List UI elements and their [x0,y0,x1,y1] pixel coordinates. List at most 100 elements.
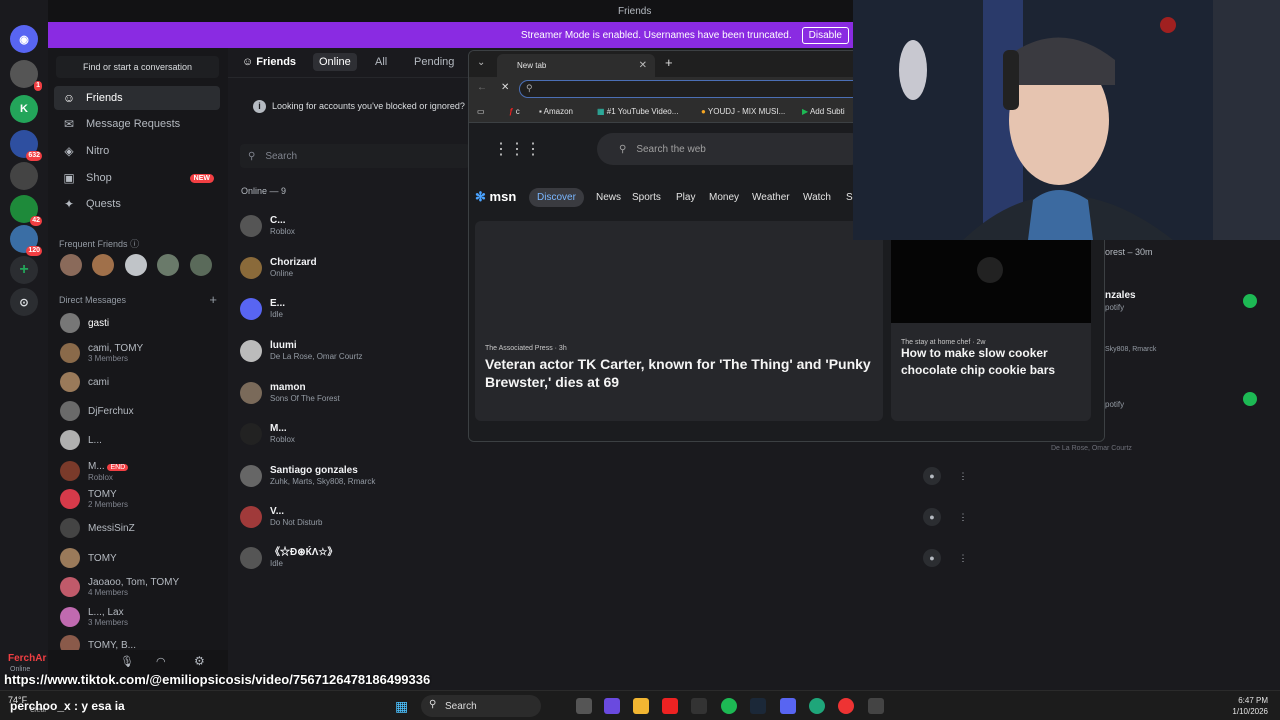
new-tab-icon[interactable]: + [665,55,673,70]
more-options-icon[interactable]: ⋮ [954,508,972,526]
tab-pending[interactable]: Pending [414,56,454,68]
blocked-notice[interactable]: i Looking for accounts you've blocked or … [253,100,465,113]
dm-item[interactable]: Jaoaoo, Tom, TOMY 4 Members [60,574,220,600]
online-count-header: Online — 9 [241,186,287,196]
more-options-icon[interactable]: ⋮ [954,467,972,485]
browser-tab[interactable]: New tab ✕ [497,54,655,77]
file-explorer-icon[interactable] [633,698,649,714]
discover-icon[interactable]: ⊙ [10,288,38,316]
server-icon[interactable] [10,162,38,190]
youtube-icon[interactable] [662,698,678,714]
discord-home-icon[interactable]: ◉ [10,25,38,53]
shop-icon: ▣ [63,171,75,185]
avatar[interactable] [157,254,180,276]
steam-icon[interactable] [750,698,766,714]
server-icon[interactable]: K [10,95,38,123]
sidebar-item-shop[interactable]: ▣ Shop NEW [54,166,220,190]
mention-badge: 1 [34,81,42,91]
stop-icon[interactable]: ✕ [501,82,509,93]
taskbar: 74°F Clear ▦ ⚲ Search 6:47 PM 1/10/2026 [0,690,1280,720]
bookmark-item[interactable]: ● YOUDJ - MIX MUSI... [701,107,785,116]
sidebar-item-message-requests[interactable]: ✉ Message Requests [54,112,220,136]
dm-item[interactable]: gasti [60,310,220,336]
friend-row[interactable]: 《☆Ð⊛ЌΛ☆》 Idle ● ⋮ [240,538,980,578]
headset-icon[interactable]: ◠ [156,655,166,668]
add-server-icon[interactable]: + [10,256,38,284]
msn-tab-sports[interactable]: Sports [632,192,661,203]
dm-item[interactable]: cami [60,369,220,395]
find-conversation-button[interactable]: Find or start a conversation [56,56,219,78]
spotify-icon[interactable] [721,698,737,714]
friend-row[interactable]: Santiago gonzales Zuhk, Marts, Sky808, Rm… [240,456,980,496]
taskbar-clock[interactable]: 6:47 PM 1/10/2026 [1232,695,1268,717]
bookmark-item[interactable]: ▪ Amazon [539,107,573,116]
window-title: Friends [618,6,652,17]
dm-item[interactable]: L..., Lax 3 Members [60,604,220,630]
avatar[interactable] [92,254,115,276]
message-icon[interactable]: ● [923,467,941,485]
news-card[interactable]: The stay at home chef · 2w How to make s… [891,221,1091,421]
microphone-icon[interactable]: 🎙 [120,655,134,668]
sidebar-item-friends[interactable]: ☺ Friends [54,86,220,110]
msn-tab-discover[interactable]: Discover [529,188,584,207]
quests-icon: ✦ [63,197,75,211]
dm-item[interactable]: M... END Roblox [60,458,220,484]
amazon-icon: ▪ [539,107,542,116]
tab-list-icon[interactable]: ⌄ [477,57,485,68]
msn-tab-watch[interactable]: Watch [803,192,831,203]
message-icon[interactable]: ● [923,508,941,526]
mention-badge: 42 [30,216,42,226]
dm-item[interactable]: TOMY 2 Members [60,486,220,512]
friends-search-input[interactable]: ⚲ Search [240,144,470,168]
add-dm-icon[interactable]: + [209,292,217,307]
copilot-icon[interactable] [604,698,620,714]
friend-row[interactable]: V... Do Not Disturb ● ⋮ [240,497,980,537]
server-icon[interactable]: 120 [10,225,42,256]
server-icon[interactable]: 632 [10,130,42,161]
avatar [240,257,262,279]
direct-messages-header: Direct Messages + [59,292,217,307]
sidebar-item-nitro[interactable]: ◈ Nitro [54,139,220,163]
discord-icon[interactable] [780,698,796,714]
back-icon[interactable]: ← [477,82,487,93]
task-view-icon[interactable] [576,698,592,714]
disable-streamer-button[interactable]: Disable [801,26,849,44]
taskbar-search[interactable]: ⚲ Search [421,695,541,717]
app-icon[interactable] [838,698,854,714]
dm-item[interactable]: cami, TOMY 3 Members [60,340,220,366]
msn-search-input[interactable]: ⚲ Search the web [597,133,867,165]
tab-online[interactable]: Online [313,53,357,71]
news-source: The Associated Press · 3h [485,345,567,352]
apps-icon[interactable]: ▭ [477,107,485,116]
more-options-icon[interactable]: ⋮ [954,549,972,567]
dm-item[interactable]: L... [60,427,220,453]
close-tab-icon[interactable]: ✕ [639,60,647,71]
app-icon[interactable] [868,698,884,714]
apps-grid-icon[interactable]: ⋮⋮⋮ [493,139,541,159]
msn-tab-money[interactable]: Money [709,192,739,203]
capcut-icon[interactable] [691,698,707,714]
news-card[interactable]: The Associated Press · 3h Veteran actor … [475,221,883,421]
dm-item[interactable]: MessiSinZ [60,515,220,541]
avatar[interactable] [60,254,82,276]
tab-all[interactable]: All [375,56,387,68]
bookmark-item[interactable]: ƒ c [509,107,520,116]
msn-logo[interactable]: ✻ msn [475,189,516,205]
server-icon[interactable]: 1 [10,60,42,91]
sidebar-item-quests[interactable]: ✦ Quests [54,192,220,216]
dm-item[interactable]: DjFerchux [60,398,220,424]
bookmark-item[interactable]: ▶ Add Subti [802,107,845,116]
windows-start-icon[interactable]: ▦ [395,698,408,715]
settings-gear-icon[interactable]: ⚙ [194,654,205,668]
avatar[interactable] [189,254,212,276]
streamer-banner-text: Streamer Mode is enabled. Usernames have… [520,29,792,41]
bookmark-item[interactable]: ▦ #1 YouTube Video... [597,107,678,116]
msn-tab-weather[interactable]: Weather [752,192,790,203]
dm-item[interactable]: TOMY [60,545,220,571]
avatar[interactable] [124,254,147,276]
msn-tab-play[interactable]: Play [676,192,695,203]
msn-tab-news[interactable]: News [596,192,621,203]
message-icon[interactable]: ● [923,549,941,567]
server-icon[interactable]: 42 [10,195,42,226]
edge-icon[interactable] [809,698,825,714]
